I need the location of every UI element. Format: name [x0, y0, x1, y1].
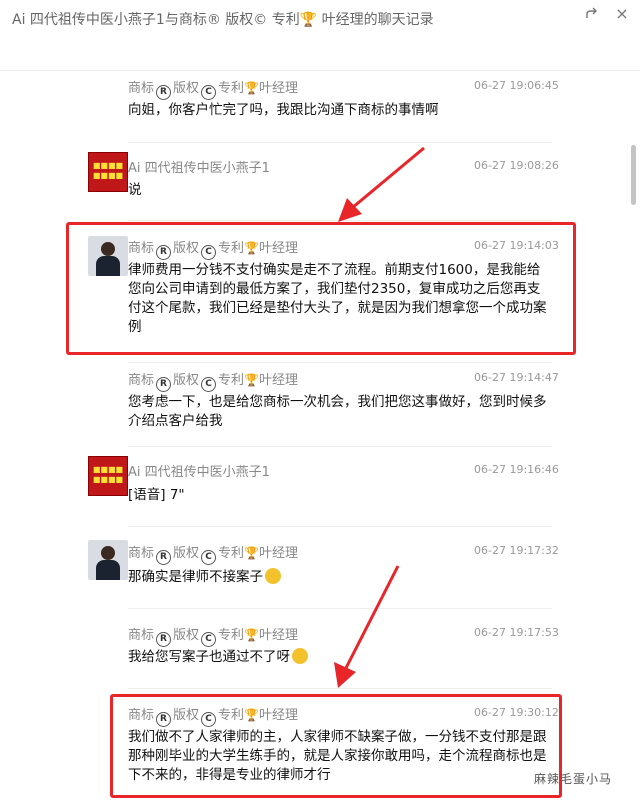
- arrow-annotation: [338, 146, 425, 222]
- arrow-annotation: [334, 565, 400, 688]
- watermark: 麻辣毛蛋小马: [534, 772, 613, 786]
- scrollbar-thumb[interactable]: [631, 145, 636, 205]
- annotation-arrows: [334, 146, 425, 688]
